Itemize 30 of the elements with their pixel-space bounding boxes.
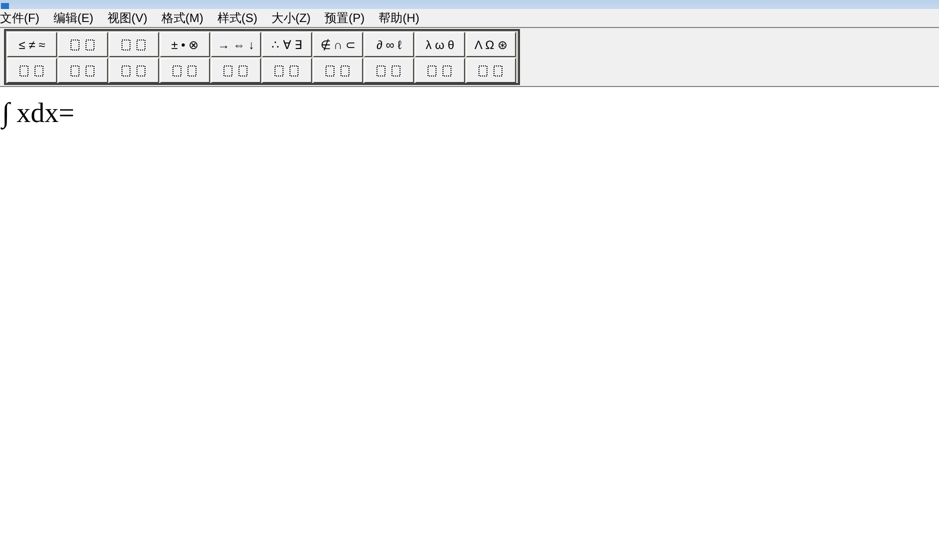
menu-item[interactable]: 样式(S) <box>217 9 258 27</box>
palette-button[interactable] <box>109 58 159 83</box>
menu-item[interactable]: 视图(V) <box>107 9 148 27</box>
palette-button[interactable]: Λ Ω ⊛ <box>466 32 516 57</box>
palette-button[interactable]: ∂ ∞ ℓ <box>364 32 414 57</box>
palette-button[interactable] <box>466 58 516 83</box>
palette-button[interactable] <box>415 58 465 83</box>
palette-button[interactable] <box>262 58 312 83</box>
palette-button[interactable] <box>160 58 210 83</box>
menu-item[interactable]: 格式(M) <box>161 9 204 27</box>
palette-button[interactable]: → ⇔ ↓ <box>211 32 261 57</box>
palette-button[interactable]: ∉ ∩ ⊂ <box>313 32 363 57</box>
menu-item[interactable]: 文件(F) <box>0 9 40 27</box>
palette-button[interactable] <box>109 32 159 57</box>
menu-item[interactable]: 大小(Z) <box>271 9 311 27</box>
palette-button[interactable] <box>58 58 108 83</box>
palette-button[interactable]: ∴ ∀ ∃ <box>262 32 312 57</box>
palette-button[interactable] <box>58 32 108 57</box>
palette-button[interactable] <box>211 58 261 83</box>
menu-item[interactable]: 编辑(E) <box>53 9 94 27</box>
palette-button[interactable]: λ ω θ <box>415 32 465 57</box>
palette-button[interactable]: ± • ⊗ <box>160 32 210 57</box>
palette-button[interactable] <box>313 58 363 83</box>
palette-button[interactable]: ≤ ≠ ≈ <box>7 32 57 57</box>
palette-button[interactable] <box>364 58 414 83</box>
equation: ∫ xdx= <box>2 98 74 129</box>
palette-button[interactable] <box>7 58 57 83</box>
menu-item[interactable]: 帮助(H) <box>378 9 420 27</box>
app-icon <box>1 3 9 9</box>
menu-item[interactable]: 预置(P) <box>324 9 365 27</box>
